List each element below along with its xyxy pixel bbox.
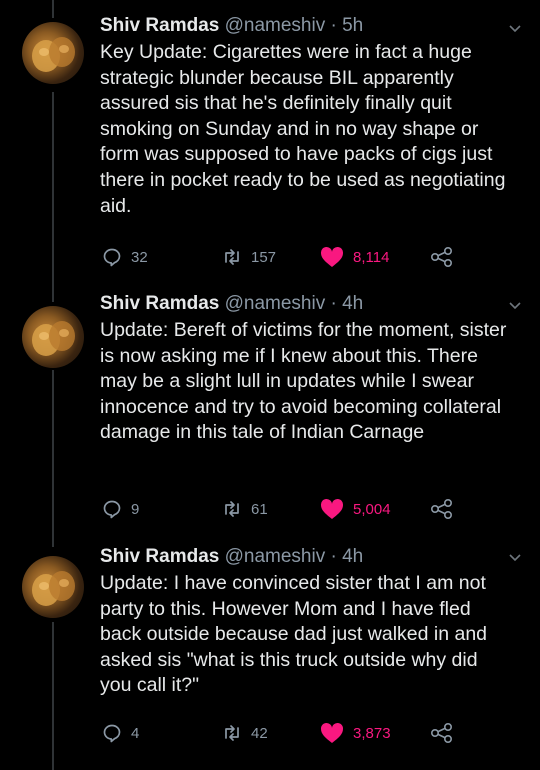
tweet-text: Update: I have convinced sister that I a…: [100, 572, 488, 697]
share-icon: [430, 722, 453, 744]
display-name[interactable]: Shiv Ramdas: [100, 15, 219, 36]
like-button[interactable]: 8,114: [320, 245, 389, 269]
retweet-button[interactable]: 61: [222, 497, 268, 521]
thread-line: [52, 0, 54, 18]
retweet-button[interactable]: 42: [222, 721, 268, 745]
like-count: 3,873: [353, 724, 391, 742]
timestamp[interactable]: 4h: [342, 293, 363, 314]
separator: ·: [330, 15, 337, 36]
tweet-text: Key Update: Cigarettes were in fact a hu…: [100, 41, 506, 217]
retweet-count: 157: [251, 248, 277, 266]
reply-icon: [103, 724, 121, 743]
display-name[interactable]: Shiv Ramdas: [100, 293, 219, 314]
tweet-header: Shiv Ramdas @nameshiv · 4h: [100, 545, 510, 569]
reply-button[interactable]: 32: [102, 245, 148, 269]
thread-line: [52, 92, 54, 302]
thread-line: [52, 370, 54, 547]
retweet-icon: [225, 725, 239, 741]
reply-count: 32: [131, 248, 148, 266]
timestamp[interactable]: 5h: [342, 15, 363, 36]
reply-icon: [103, 500, 121, 519]
user-handle[interactable]: @nameshiv: [225, 546, 326, 567]
share-button[interactable]: [430, 497, 463, 521]
user-handle[interactable]: @nameshiv: [225, 15, 326, 36]
separator: ·: [330, 546, 337, 567]
retweet-icon: [225, 501, 239, 517]
reply-count: 4: [131, 724, 140, 742]
avatar[interactable]: [22, 556, 84, 618]
like-button[interactable]: 5,004: [320, 497, 391, 521]
avatar[interactable]: [22, 22, 84, 84]
tweet-header: Shiv Ramdas @nameshiv · 5h: [100, 14, 510, 38]
like-count: 5,004: [353, 500, 391, 518]
like-button[interactable]: 3,873: [320, 721, 391, 745]
share-icon: [430, 498, 453, 520]
timestamp[interactable]: 4h: [342, 546, 363, 567]
heart-icon: [320, 722, 344, 743]
separator: ·: [330, 293, 337, 314]
retweet-button[interactable]: 157: [222, 245, 276, 269]
chevron-down-icon[interactable]: [508, 299, 522, 313]
heart-icon: [320, 498, 344, 519]
thread-line: [52, 622, 54, 770]
retweet-count: 42: [251, 724, 268, 742]
reply-button[interactable]: 9: [102, 497, 139, 521]
share-button[interactable]: [430, 245, 463, 269]
chevron-down-icon[interactable]: [508, 22, 522, 36]
retweet-count: 61: [251, 500, 268, 518]
tweet-actions: 4 42 3,873: [100, 721, 520, 745]
reply-button[interactable]: 4: [102, 721, 139, 745]
share-icon: [430, 246, 453, 268]
tweet-header: Shiv Ramdas @nameshiv · 4h: [100, 292, 510, 316]
reply-count: 9: [131, 500, 140, 518]
chevron-down-icon[interactable]: [508, 551, 522, 565]
heart-icon: [320, 246, 344, 267]
reply-icon: [103, 248, 121, 267]
user-handle[interactable]: @nameshiv: [225, 293, 326, 314]
display-name[interactable]: Shiv Ramdas: [100, 546, 219, 567]
share-button[interactable]: [430, 721, 463, 745]
avatar[interactable]: [22, 306, 84, 368]
like-count: 8,114: [353, 248, 390, 266]
retweet-icon: [225, 249, 239, 265]
tweet-text: Update: Bereft of victims for the moment…: [100, 319, 507, 444]
tweet-actions: 32 157 8,114: [100, 245, 520, 269]
tweet-actions: 9 61 5,004: [100, 497, 520, 521]
